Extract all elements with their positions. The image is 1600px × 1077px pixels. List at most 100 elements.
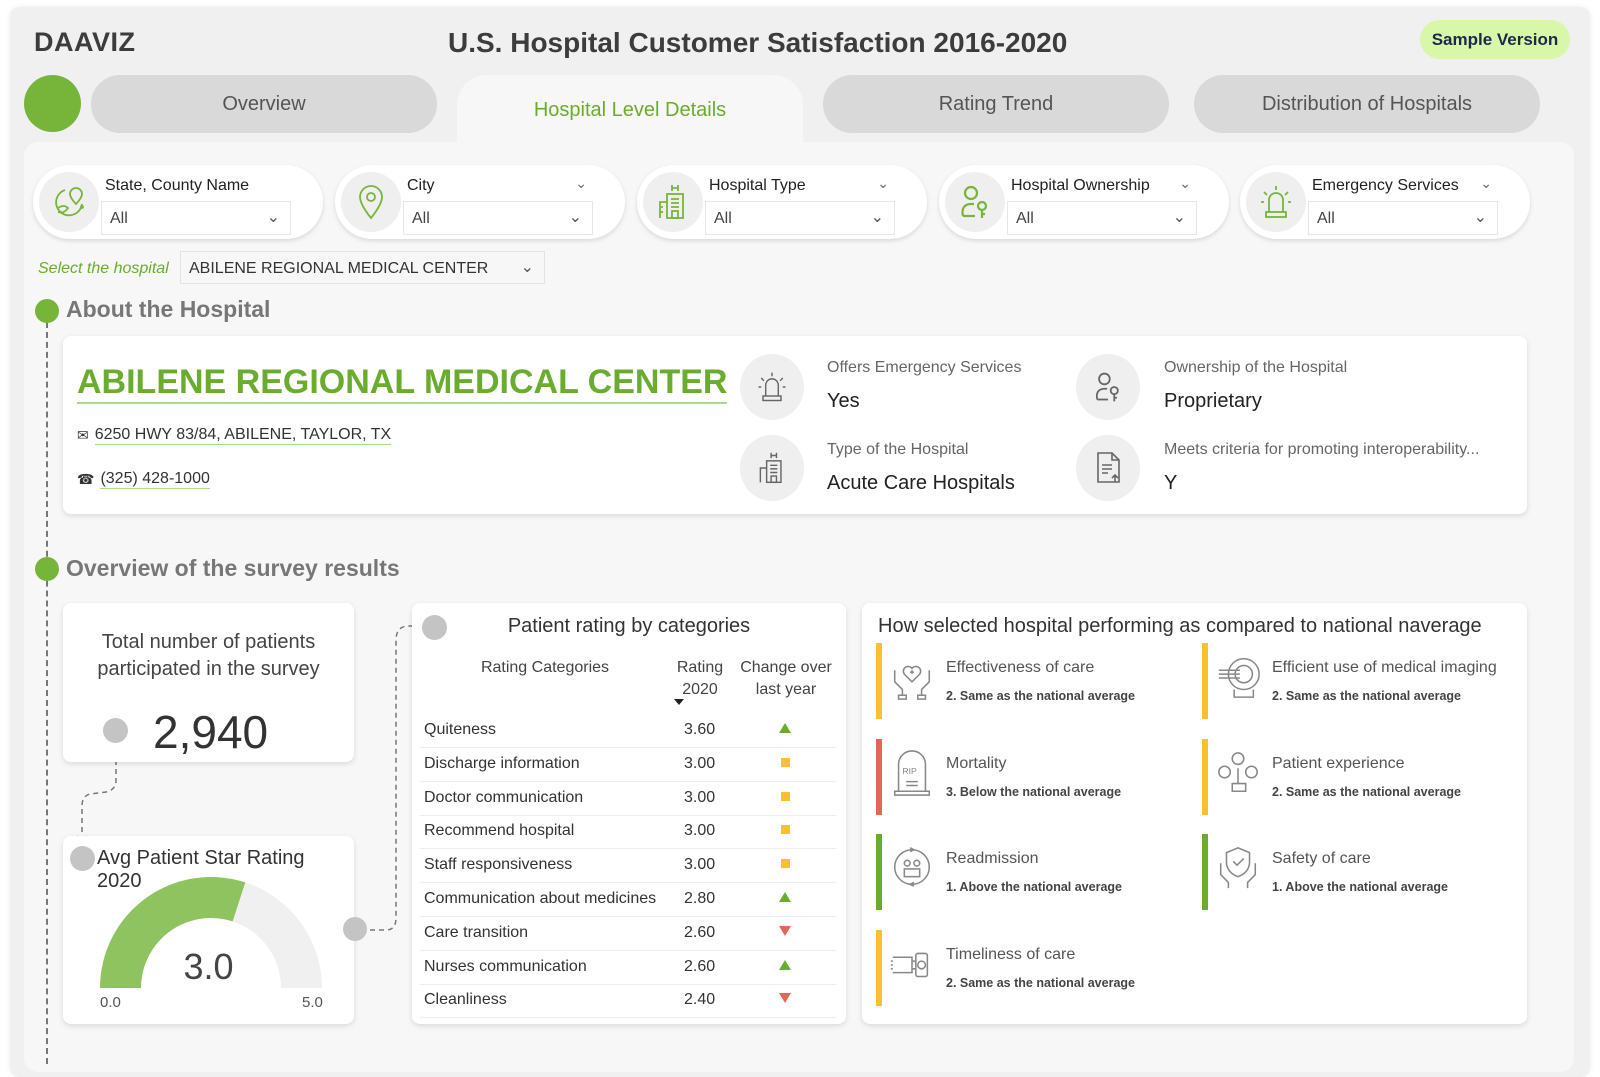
info-label: Offers Emergency Services (827, 359, 1022, 376)
nav-indicator-dot (24, 75, 81, 132)
table-row[interactable]: Recommend hospital 3.00 (420, 815, 836, 850)
kpi-value: 2,940 (153, 706, 269, 758)
hospital-building-icon (643, 172, 703, 232)
category-cell: Communication about medicines (424, 890, 657, 907)
table-row[interactable]: Quiteness 3.60 (420, 714, 836, 748)
hospital-building-icon (740, 435, 804, 501)
status-indicator-bar (876, 929, 882, 1006)
table-title: Patient rating by categories (507, 615, 751, 637)
comparison-item[interactable]: Safety of care 1. Above the national aver… (1202, 834, 1522, 910)
table-row[interactable]: Communication about medicines 2.80 (420, 883, 836, 917)
connector-node (343, 917, 367, 941)
table-row[interactable]: Doctor communication 3.00 (420, 782, 836, 816)
category-cell: Recommend hospital (424, 822, 575, 840)
phone-text: (325) 428-1000 (100, 470, 210, 489)
hospital-ownership-dropdown[interactable]: All ⌄ (1007, 201, 1197, 235)
hospital-dropdown[interactable]: ABILENE REGIONAL MEDICAL CENTER ⌄ (180, 251, 545, 284)
gauge-value: 3.0 (183, 946, 234, 987)
measure-status: 2. Same as the national average (1272, 784, 1461, 799)
comparison-item[interactable]: Patient experience 2. Same as the nationa… (1202, 738, 1522, 815)
category-cell: Staff responsiveness (424, 856, 573, 874)
page-title: U.S. Hospital Customer Satisfaction 2016… (448, 27, 1068, 58)
column-header-change[interactable]: Change over last year (734, 657, 838, 701)
rating-cell: 2.60 (684, 957, 716, 975)
chevron-down-icon: ⌄ (266, 209, 280, 226)
city-dropdown[interactable]: All ⌄ (403, 201, 593, 235)
filter-city: City ⌄ All ⌄ (335, 165, 625, 239)
status-indicator-bar (1202, 643, 1208, 719)
section-title-survey: Overview of the survey results (66, 555, 400, 581)
filter-label: Emergency Services (1312, 177, 1459, 194)
measure-status: 3. Below the national average (946, 784, 1122, 799)
tab-hospital-level-details[interactable]: Hospital Level Details (457, 75, 803, 145)
dropdown-value: All (1016, 210, 1034, 227)
table-row[interactable]: Discharge information 3.00 (420, 748, 836, 782)
hospital-type-dropdown[interactable]: All ⌄ (705, 201, 895, 235)
chevron-down-icon: ⌄ (1172, 209, 1186, 226)
category-cell: Care transition (424, 923, 529, 941)
section-title-about: About the Hospital (66, 296, 271, 322)
chevron-down-icon[interactable]: ⌄ (575, 175, 587, 192)
table-row[interactable]: Cleanliness 2.40 (420, 984, 836, 1019)
chevron-down-icon: ⌄ (1473, 209, 1487, 226)
measure-name: Safety of care (1272, 850, 1371, 867)
square-neutral-icon (778, 789, 792, 803)
header-line: Rating (676, 659, 724, 676)
owner-key-icon (945, 172, 1005, 232)
comparison-item[interactable]: RIP Mortality 3. Below the national averag… (876, 738, 1196, 815)
about-hospital-card: ABILENE REGIONAL MEDICAL CENTER ✉ 6250 H… (63, 336, 1527, 514)
table-row[interactable]: Staff responsiveness 3.00 (420, 849, 836, 884)
square-neutral-icon (778, 822, 792, 836)
state-county-dropdown[interactable]: All ⌄ (101, 201, 291, 235)
rating-cell: 3.60 (684, 721, 716, 738)
status-indicator-bar (1202, 738, 1208, 815)
triangle-up-icon (778, 958, 792, 972)
rating-cell: 3.00 (684, 788, 716, 806)
filter-state-county: State, County Name All ⌄ (33, 165, 323, 239)
timeline-connector (46, 322, 48, 1064)
column-header-rating[interactable]: Rating 2020 (668, 657, 732, 701)
column-header-category[interactable]: Rating Categories (470, 657, 620, 679)
hospital-address[interactable]: ✉ 6250 HWY 83/84, ABILENE, TAYLOR, TX (77, 426, 392, 445)
measure-status: 2. Same as the national average (946, 689, 1135, 703)
envelope-icon: ✉ (77, 427, 89, 443)
tab-overview[interactable]: Overview (91, 75, 437, 133)
table-row[interactable]: Care transition 2.60 (420, 917, 836, 951)
filter-label: Hospital Type (709, 177, 806, 194)
comparison-item[interactable]: Effectiveness of care 2. Same as the nati… (876, 643, 1196, 719)
shield-hands-icon (1214, 844, 1262, 892)
info-label: Type of the Hospital (827, 441, 969, 458)
triangle-up-icon (778, 890, 792, 904)
measure-status: 1. Above the national average (1272, 880, 1448, 894)
table-row[interactable]: Nurses communication 2.60 (420, 951, 836, 985)
chevron-down-icon[interactable]: ⌄ (1179, 175, 1191, 192)
comparison-item[interactable]: Efficient use of medical imaging 2. Same … (1202, 643, 1522, 719)
comparison-item[interactable]: Timeliness of care 2. Same as the nationa… (876, 929, 1196, 1006)
rating-categories-table: Patient rating by categories Rating Cate… (412, 603, 846, 1024)
dropdown-value: All (1317, 210, 1335, 227)
sort-desc-icon[interactable] (674, 699, 684, 705)
readmission-cycle-icon (888, 844, 936, 892)
tab-label: Distribution of Hospitals (1261, 92, 1473, 115)
tab-distribution-of-hospitals[interactable]: Distribution of Hospitals (1194, 75, 1540, 133)
tab-label: Hospital Level Details (533, 98, 727, 121)
comparison-item[interactable]: Readmission 1. Above the national average (876, 834, 1196, 910)
tab-rating-trend[interactable]: Rating Trend (823, 75, 1169, 133)
section-marker-dot (35, 557, 59, 581)
hospital-phone[interactable]: ☎ (325) 428-1000 (77, 470, 210, 489)
svg-text:RIP: RIP (902, 765, 917, 775)
hospital-name: ABILENE REGIONAL MEDICAL CENTER (77, 362, 728, 404)
triangle-up-icon (778, 721, 792, 735)
chevron-down-icon[interactable]: ⌄ (877, 175, 889, 192)
dropdown-value: ABILENE REGIONAL MEDICAL CENTER (189, 260, 489, 277)
info-value: Yes (827, 390, 860, 412)
chevron-down-icon[interactable]: ⌄ (1480, 175, 1492, 192)
header-line: Change over (740, 659, 832, 676)
measure-status: 2. Same as the national average (946, 975, 1135, 990)
tab-label: Rating Trend (938, 92, 1054, 115)
measure-name: Patient experience (1272, 754, 1405, 772)
filter-label: State, County Name (105, 177, 250, 194)
chevron-down-icon: ⌄ (870, 209, 884, 226)
info-label: Ownership of the Hospital (1164, 359, 1348, 376)
emergency-services-dropdown[interactable]: All ⌄ (1308, 201, 1498, 235)
